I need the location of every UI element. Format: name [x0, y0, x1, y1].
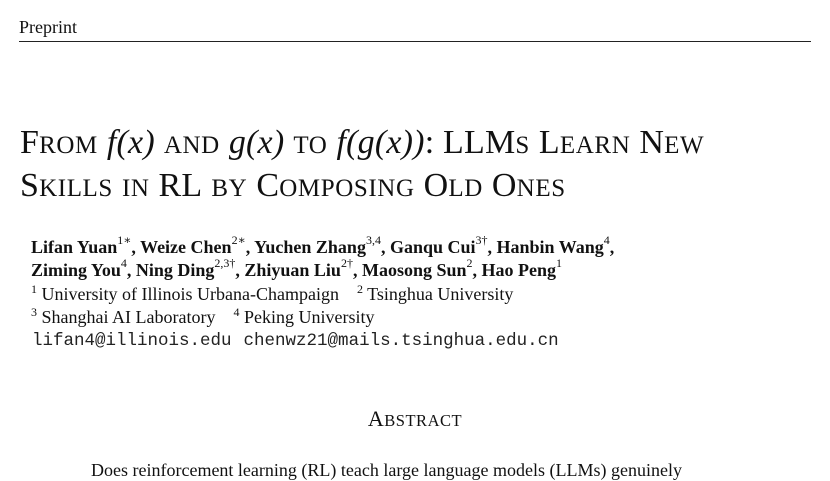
- author-name: Hao Peng: [481, 260, 557, 280]
- author-name: Yuchen Zhang: [254, 237, 366, 257]
- author-name: Zhiyuan Liu: [244, 260, 341, 280]
- author-name: Ning Ding: [135, 260, 215, 280]
- abstract-heading: ABSTRACT: [367, 406, 463, 431]
- email-address[interactable]: chenwz21@mails.tsinghua.edu.cn: [244, 331, 559, 351]
- author-emails: lifan4@illinois.edu chenwz21@mails.tsingh…: [32, 330, 559, 352]
- affiliation-line-1: 1 University of Illinois Urbana-Champaig…: [31, 282, 514, 304]
- running-head-label: Preprint: [19, 17, 77, 37]
- author-name: Lifan Yuan: [31, 237, 118, 257]
- author-name: Hanbin Wang: [496, 237, 604, 257]
- running-header: Preprint: [19, 16, 811, 42]
- affiliation: University of Illinois Urbana-Champaign: [41, 284, 339, 304]
- author-name: Ganqu Cui: [389, 237, 476, 257]
- paper-title: FROM f(x) AND g(x) TO f(g(x)): LLMS LEARN NEW S…: [20, 123, 820, 209]
- affiliation: Tsinghua University: [367, 284, 514, 304]
- author-name: Ziming You: [31, 260, 121, 280]
- author-name: Maosong Sun: [361, 260, 467, 280]
- author-line-1: Lifan Yuan1∗, Weize Chen2∗, Yuchen Zhang…: [31, 233, 615, 257]
- author-line-2: Ziming You4, Ning Ding2,3†, Zhiyuan Liu2…: [31, 256, 562, 280]
- affiliation: Shanghai AI Laboratory: [41, 307, 216, 327]
- author-list: Lifan Yuan1∗, Weize Chen2∗, Yuchen Zhang…: [31, 233, 811, 282]
- affiliation-line-2: 3 Shanghai AI Laboratory 4 Peking Univers…: [31, 305, 375, 327]
- title-line-1: FROM f(x) AND g(x) TO f(g(x)): LLMS LEARN NEW: [20, 124, 705, 161]
- affiliation: Peking University: [243, 307, 375, 327]
- email-address[interactable]: lifan4@illinois.edu: [32, 331, 232, 351]
- author-name: Weize Chen: [140, 237, 232, 257]
- title-line-2: SKILLS IN RL BY COMPOSING OLD ONES: [20, 167, 566, 204]
